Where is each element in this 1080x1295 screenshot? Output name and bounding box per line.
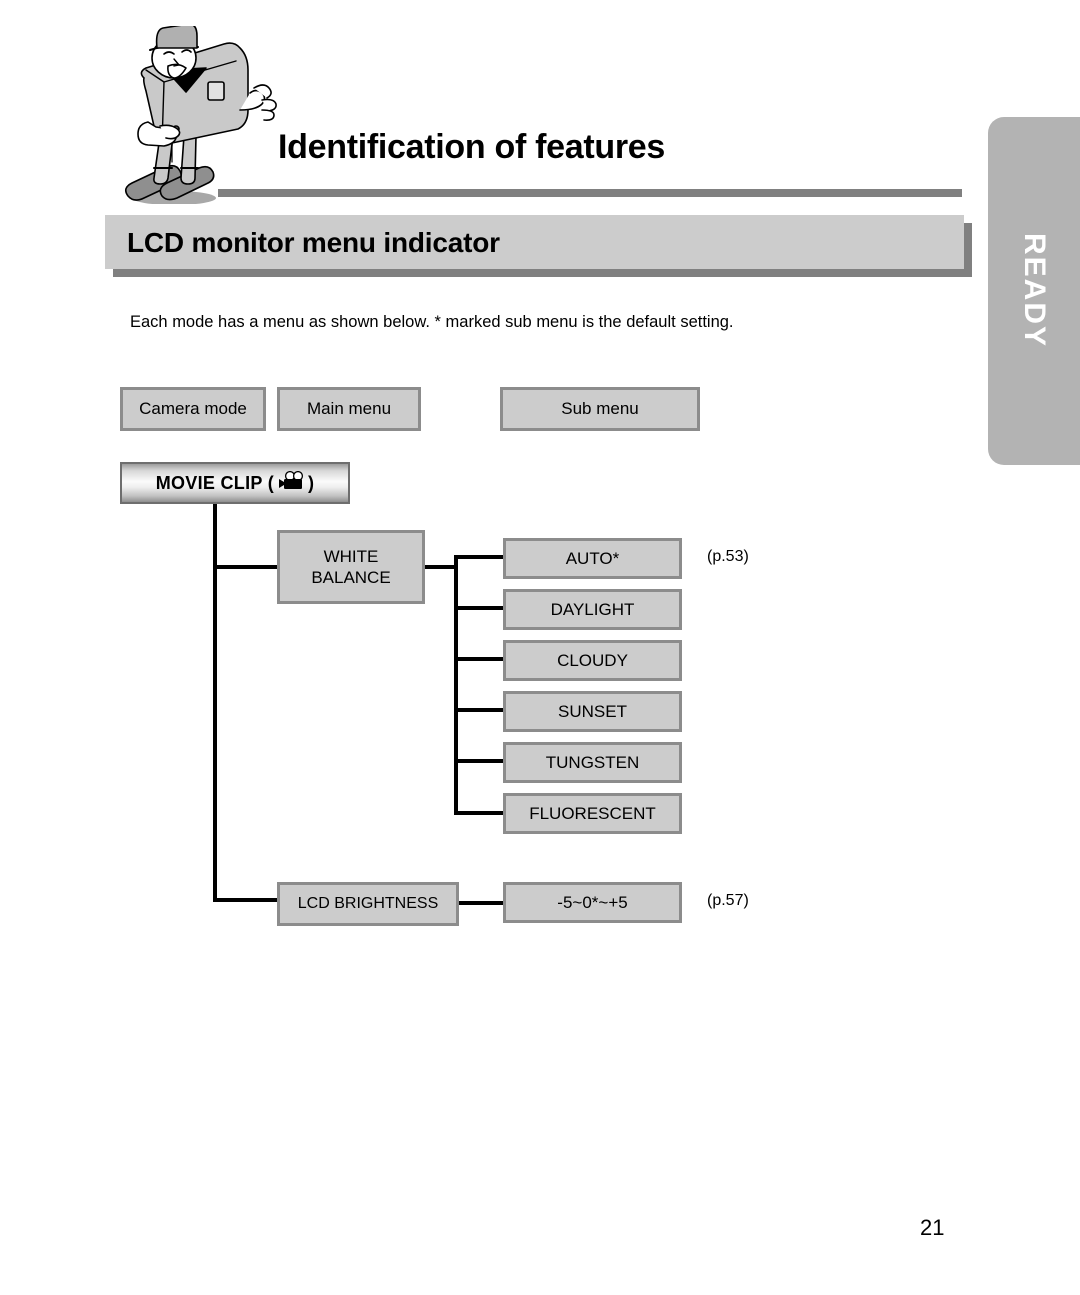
submenu-lcd-brightness-range: -5~0*~+5	[503, 882, 682, 923]
legend-sub-menu: Sub menu	[500, 387, 700, 431]
connector-wb-branch	[454, 811, 505, 815]
page-ref-white-balance: (p.53)	[707, 548, 749, 565]
title-rule	[218, 189, 962, 197]
connector-mode-trunk	[213, 504, 217, 902]
submenu-daylight: DAYLIGHT	[503, 589, 682, 630]
ready-tab-label: READY	[1018, 233, 1051, 349]
mode-label-end: )	[307, 472, 315, 493]
main-menu-white-balance: WHITE BALANCE	[277, 530, 425, 604]
connector-wb-branch	[454, 708, 505, 712]
white-balance-line1: WHITE	[323, 546, 379, 566]
connector-wb-branch	[454, 759, 505, 763]
submenu-cloudy: CLOUDY	[503, 640, 682, 681]
ready-side-tab: READY	[988, 117, 1080, 465]
connector-wb-branch	[454, 555, 505, 559]
section-title: LCD monitor menu indicator	[127, 227, 500, 258]
movie-camera-icon	[276, 470, 306, 496]
page-number: 21	[920, 1215, 945, 1240]
manual-page: READY Identification of features LCD mon…	[0, 0, 1080, 1295]
submenu-sunset: SUNSET	[503, 691, 682, 732]
connector-lcd-stem	[459, 901, 505, 905]
mode-box-movie-clip: MOVIE CLIP ( )	[120, 462, 350, 504]
page-ref-lcd-brightness: (p.57)	[707, 892, 749, 909]
submenu-fluorescent: FLUORESCENT	[503, 793, 682, 834]
white-balance-line2: BALANCE	[311, 568, 391, 587]
camera-mascot-icon	[112, 23, 292, 205]
page-title: Identification of features	[278, 128, 666, 166]
mode-label: MOVIE CLIP (	[155, 472, 274, 493]
intro-paragraph: Each mode has a menu as shown below. * m…	[130, 313, 734, 331]
legend-camera-mode: Camera mode	[120, 387, 266, 431]
submenu-tungsten: TUNGSTEN	[503, 742, 682, 783]
submenu-auto: AUTO*	[503, 538, 682, 579]
connector-to-lcd-brightness	[213, 898, 279, 902]
connector-wb-spine	[454, 555, 458, 815]
connector-wb-branch	[454, 657, 505, 661]
connector-to-white-balance	[213, 565, 279, 569]
main-menu-lcd-brightness: LCD BRIGHTNESS	[277, 882, 459, 926]
legend-main-menu: Main menu	[277, 387, 421, 431]
connector-wb-branch	[454, 606, 505, 610]
